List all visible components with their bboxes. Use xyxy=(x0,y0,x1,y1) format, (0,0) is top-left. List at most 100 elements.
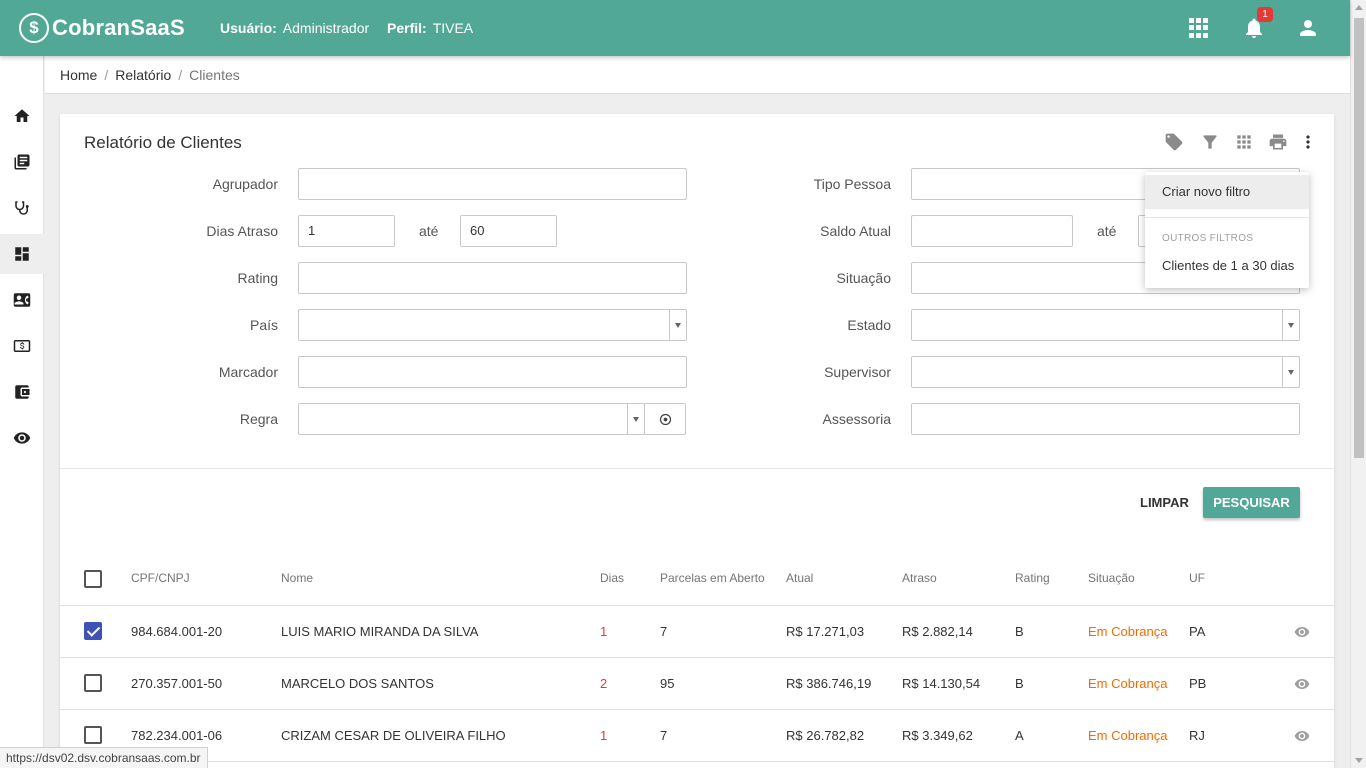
page-scrollbar[interactable] xyxy=(1350,0,1366,768)
tag-icon[interactable] xyxy=(1164,132,1184,152)
chevron-down-icon[interactable] xyxy=(1282,310,1299,340)
cell-cpf: 782.234.001-06 xyxy=(131,728,223,743)
scroll-up-arrow[interactable] xyxy=(1355,5,1363,10)
scroll-down-arrow[interactable] xyxy=(1355,758,1363,763)
cell-nome: MARCELO DOS SANTOS xyxy=(281,676,434,691)
estado-select[interactable] xyxy=(911,309,1300,341)
cell-nome: LUIS MARIO MIRANDA DA SILVA xyxy=(281,624,479,639)
clear-button[interactable]: LIMPAR xyxy=(1126,488,1203,518)
assessoria-label: Assessoria xyxy=(822,411,891,427)
cell-atraso: R$ 2.882,14 xyxy=(902,624,973,639)
agrupador-field[interactable] xyxy=(298,168,687,200)
filter-icon[interactable] xyxy=(1200,132,1220,152)
menu-section-header: OUTROS FILTROS xyxy=(1162,233,1254,244)
cell-uf: PA xyxy=(1189,624,1206,639)
dias-atraso-label: Dias Atraso xyxy=(206,223,278,239)
book-icon xyxy=(14,154,30,170)
col-situacao[interactable]: Situação xyxy=(1088,571,1135,585)
search-button[interactable]: PESQUISAR xyxy=(1203,487,1300,518)
cell-dias: 1 xyxy=(600,728,608,743)
target-icon xyxy=(659,413,671,425)
row-checkbox[interactable] xyxy=(84,674,102,692)
top-bar: $ CobranSaaS Usuário: Administrador Perfi… xyxy=(0,0,1350,56)
saldo-atual-from-field[interactable] xyxy=(911,215,1073,247)
marcador-field[interactable] xyxy=(298,356,687,388)
sidebar-item-dashboard[interactable] xyxy=(0,234,44,274)
breadcrumb-separator: / xyxy=(178,66,183,83)
sidebar-item-book[interactable] xyxy=(0,142,44,182)
wallet-icon xyxy=(15,385,30,399)
cell-atual: R$ 17.271,03 xyxy=(786,624,865,639)
logo[interactable]: $ CobranSaaS xyxy=(19,12,185,44)
cell-rating: B xyxy=(1015,624,1024,639)
sidebar xyxy=(0,56,44,768)
cell-rating: A xyxy=(1015,728,1024,743)
row-checkbox[interactable] xyxy=(84,622,102,640)
rating-field[interactable] xyxy=(298,262,687,294)
filter-menu: Criar novo filtro OUTROS FILTROS Cliente… xyxy=(1145,172,1309,288)
col-atraso[interactable]: Atraso xyxy=(902,571,937,585)
col-uf[interactable]: UF xyxy=(1189,571,1205,585)
marcador-label: Marcador xyxy=(218,364,278,380)
row-checkbox[interactable] xyxy=(84,726,102,744)
dias-atraso-from-field[interactable]: 1 xyxy=(298,215,395,247)
dias-atraso-to-field[interactable]: 60 xyxy=(460,215,557,247)
cell-cpf: 270.357.001-50 xyxy=(131,676,223,691)
print-icon[interactable] xyxy=(1268,132,1288,152)
user-icon[interactable] xyxy=(1296,16,1320,40)
agrupador-label: Agrupador xyxy=(212,176,278,192)
cell-nome: CRIZAM CESAR DE OLIVEIRA FILHO xyxy=(281,728,506,743)
breadcrumb-relatorio[interactable]: Relatório xyxy=(115,67,171,83)
regra-target-button[interactable] xyxy=(644,403,686,435)
menu-divider xyxy=(1145,217,1309,218)
cell-uf: RJ xyxy=(1189,728,1205,743)
sidebar-item-contacts[interactable] xyxy=(0,280,44,320)
chevron-down-icon[interactable] xyxy=(1282,357,1299,387)
col-rating[interactable]: Rating xyxy=(1015,571,1050,585)
more-vert-icon[interactable] xyxy=(1298,132,1318,152)
view-eye-icon[interactable] xyxy=(1294,728,1310,744)
contact-card-icon xyxy=(13,293,31,307)
cell-parcelas: 7 xyxy=(660,728,668,743)
assessoria-field[interactable] xyxy=(911,403,1300,435)
status-url: https://dsv02.dsv.cobransaas.com.br xyxy=(0,747,208,768)
sidebar-item-money[interactable] xyxy=(0,326,44,366)
view-eye-icon[interactable] xyxy=(1294,676,1310,692)
page-title: Relatório de Clientes xyxy=(84,133,242,152)
scroll-thumb[interactable] xyxy=(1354,18,1364,458)
cell-dias: 1 xyxy=(600,624,608,639)
pais-select[interactable] xyxy=(298,309,687,341)
supervisor-select[interactable] xyxy=(911,356,1300,388)
apps-icon[interactable] xyxy=(1189,18,1209,38)
view-eye-icon[interactable] xyxy=(1294,624,1310,640)
row-divider xyxy=(60,761,1334,762)
grid-icon[interactable] xyxy=(1234,132,1254,152)
dashboard-icon xyxy=(15,247,29,261)
create-filter-menu-item[interactable]: Criar novo filtro xyxy=(1145,175,1309,209)
col-nome[interactable]: Nome xyxy=(281,571,313,585)
breadcrumb-clientes: Clientes xyxy=(189,66,240,83)
situacao-label: Situação xyxy=(836,270,891,286)
user-value: Administrador xyxy=(282,20,370,36)
saved-filter-menu-item[interactable]: Clientes de 1 a 30 dias xyxy=(1162,258,1294,273)
col-parcelas[interactable]: Parcelas em Aberto xyxy=(660,571,765,585)
col-cpf[interactable]: CPF/CNPJ xyxy=(131,571,190,585)
regra-select[interactable] xyxy=(298,403,645,435)
dias-atraso-ate-label: até xyxy=(419,223,439,239)
sidebar-item-home[interactable] xyxy=(0,96,44,136)
money-icon xyxy=(13,340,31,352)
cell-parcelas: 7 xyxy=(660,624,668,639)
cell-rating: B xyxy=(1015,676,1024,691)
chevron-down-icon[interactable] xyxy=(627,404,644,434)
perfil-info: Perfil: TIVEA xyxy=(387,20,473,36)
breadcrumb-home[interactable]: Home xyxy=(60,67,97,83)
logo-text: CobranSaaS xyxy=(52,15,185,40)
row-divider xyxy=(60,657,1334,658)
sidebar-item-stethoscope[interactable] xyxy=(0,188,44,228)
chevron-down-icon[interactable] xyxy=(669,310,686,340)
col-atual[interactable]: Atual xyxy=(786,571,813,585)
sidebar-item-eye[interactable] xyxy=(0,418,44,458)
select-all-checkbox[interactable] xyxy=(84,570,102,588)
sidebar-item-wallet[interactable] xyxy=(0,372,44,412)
col-dias[interactable]: Dias xyxy=(600,571,624,585)
